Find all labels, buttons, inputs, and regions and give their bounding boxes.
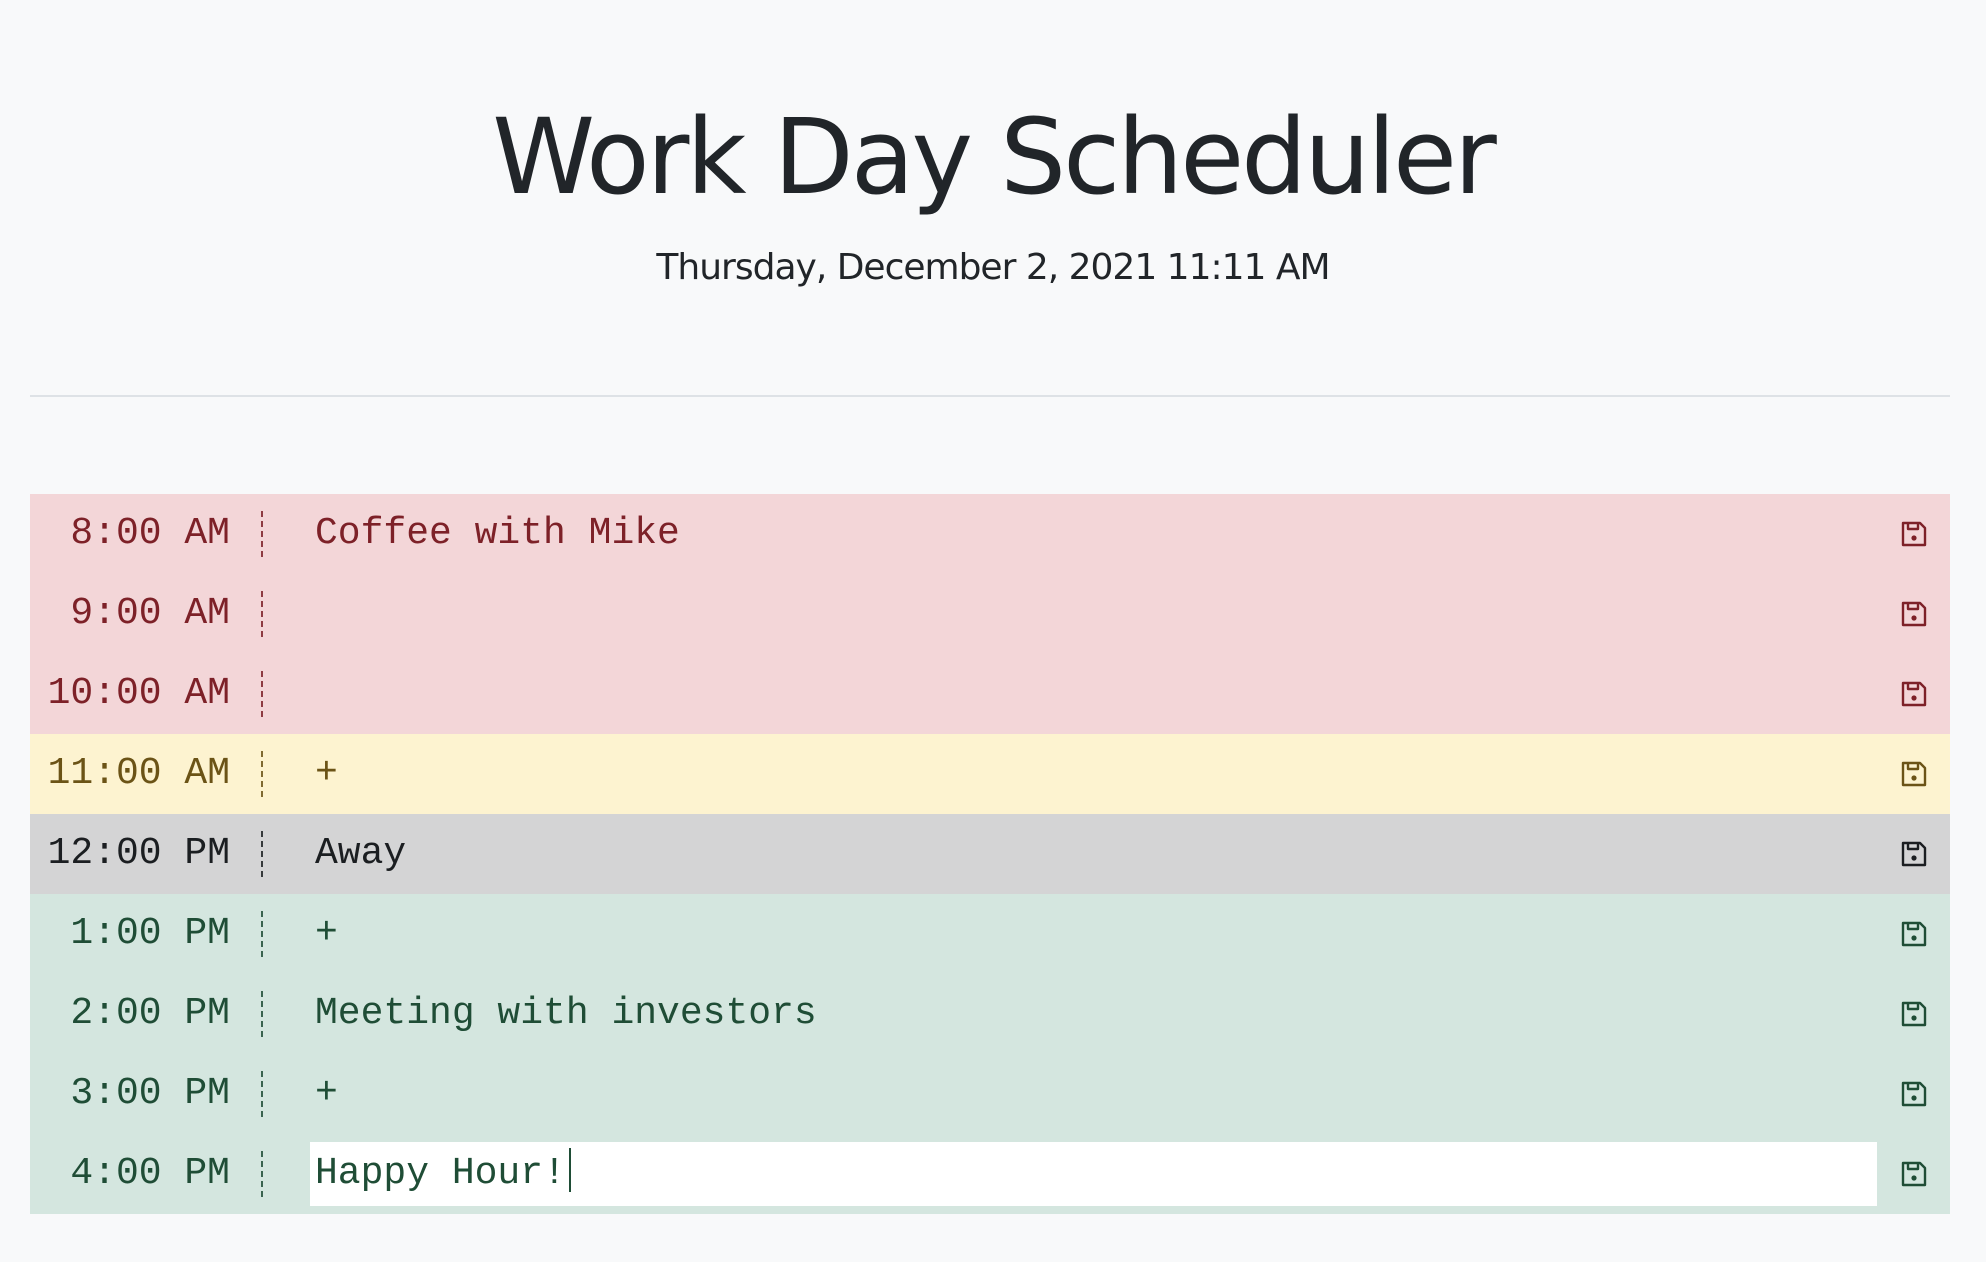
save-button[interactable] [1900, 760, 1928, 788]
time-block-4pm: 4:00 PM Happy Hour! [30, 1134, 1950, 1214]
text-caret [568, 1147, 571, 1192]
time-block-12pm: 12:00 PM Away [30, 814, 1950, 894]
hour-separator [261, 911, 263, 957]
floppy-disk-icon [1900, 680, 1928, 708]
floppy-disk-icon [1900, 920, 1928, 948]
description-field[interactable]: Away [310, 822, 1877, 886]
time-block-8am: 8:00 AM Coffee with Mike [30, 494, 1950, 574]
floppy-disk-icon [1900, 760, 1928, 788]
hour-label: 11:00 AM [47, 752, 230, 795]
hour-label: 1:00 PM [70, 912, 230, 955]
floppy-disk-icon [1900, 1160, 1928, 1188]
save-button[interactable] [1900, 1160, 1928, 1188]
current-date: Thursday, December 2, 2021 11:11 AM [656, 247, 1330, 288]
hour-separator [261, 511, 263, 557]
save-button[interactable] [1900, 920, 1928, 948]
time-block-10am: 10:00 AM [30, 654, 1950, 734]
hour-separator [261, 1151, 263, 1197]
floppy-disk-icon [1900, 520, 1928, 548]
save-button[interactable] [1900, 1080, 1928, 1108]
description-field[interactable] [310, 582, 1877, 646]
hour-label: 2:00 PM [70, 992, 230, 1035]
save-button[interactable] [1900, 680, 1928, 708]
description-field[interactable]: + [310, 1062, 1877, 1126]
description-field-active[interactable]: Happy Hour! [310, 1142, 1877, 1206]
hour-label: 9:00 AM [70, 592, 230, 635]
description-field[interactable]: Coffee with Mike [310, 502, 1877, 566]
hour-separator [261, 831, 263, 877]
hour-separator [261, 991, 263, 1037]
time-block-3pm: 3:00 PM + [30, 1054, 1950, 1134]
save-button[interactable] [1900, 1000, 1928, 1028]
save-button[interactable] [1900, 600, 1928, 628]
floppy-disk-icon [1900, 840, 1928, 868]
floppy-disk-icon [1900, 1000, 1928, 1028]
hour-label: 12:00 PM [47, 832, 230, 875]
schedule: 8:00 AM Coffee with Mike 9:00 AM 10:00 A… [30, 494, 1950, 1214]
time-block-2pm: 2:00 PM Meeting with investors [30, 974, 1950, 1054]
hour-label: 10:00 AM [47, 672, 230, 715]
hour-label: 4:00 PM [70, 1152, 230, 1195]
description-field[interactable]: + [310, 902, 1877, 966]
description-field[interactable] [310, 662, 1877, 726]
description-text: Happy Hour! [315, 1152, 566, 1195]
description-field[interactable]: Meeting with investors [310, 982, 1877, 1046]
time-block-1pm: 1:00 PM + [30, 894, 1950, 974]
hour-separator [261, 751, 263, 797]
time-block-11am: 11:00 AM + [30, 734, 1950, 814]
hour-separator [261, 671, 263, 717]
hour-separator [261, 591, 263, 637]
header: Work Day Scheduler Thursday, December 2,… [0, 0, 1986, 290]
description-field[interactable]: + [310, 742, 1877, 806]
hour-label: 8:00 AM [70, 512, 230, 555]
hour-label: 3:00 PM [70, 1072, 230, 1115]
page-title: Work Day Scheduler [492, 96, 1497, 218]
save-button[interactable] [1900, 520, 1928, 548]
hour-separator [261, 1071, 263, 1117]
save-button[interactable] [1900, 840, 1928, 868]
floppy-disk-icon [1900, 1080, 1928, 1108]
time-block-9am: 9:00 AM [30, 574, 1950, 654]
floppy-disk-icon [1900, 600, 1928, 628]
divider [30, 395, 1950, 397]
